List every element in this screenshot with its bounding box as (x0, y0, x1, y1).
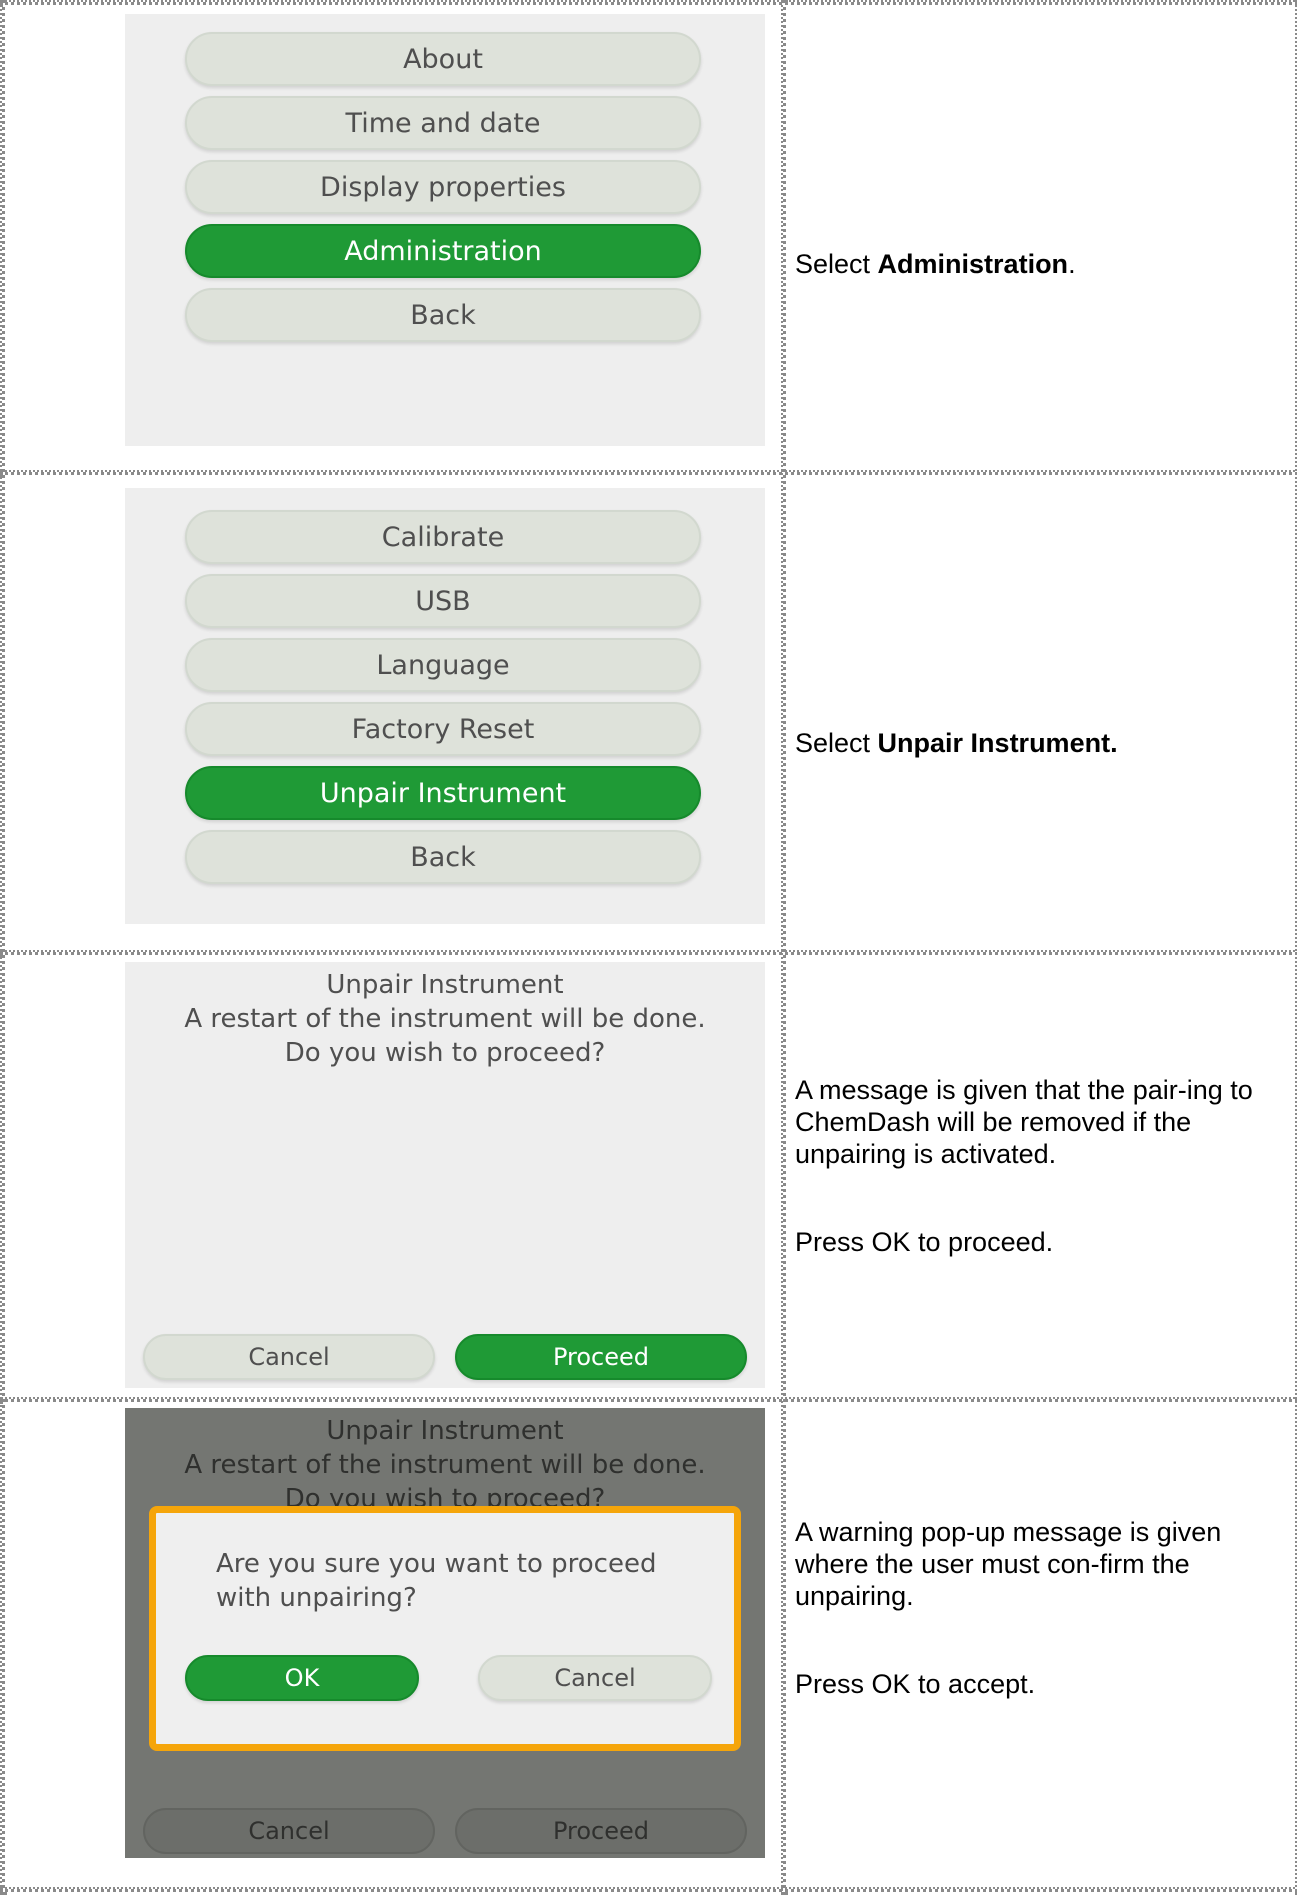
dialog-title: Unpair Instrument (326, 970, 564, 1000)
instruction-text: Select (795, 249, 878, 279)
popup-cancel-button[interactable]: Cancel (478, 1655, 712, 1701)
menu-button-display-properties[interactable]: Display properties (185, 160, 701, 214)
menu-button-back[interactable]: Back (185, 830, 701, 884)
instruction-table: About Time and date Display properties A… (0, 0, 1297, 1895)
confirmation-popup: Are you sure you want to proceed with un… (149, 1506, 741, 1751)
cancel-button[interactable]: Cancel (143, 1334, 435, 1380)
instruction-paragraph: Press OK to accept. (795, 1669, 1036, 1699)
menu-button-administration[interactable]: Administration (185, 224, 701, 278)
proceed-button: Proceed (455, 1808, 747, 1854)
dialog-message-line-1: A restart of the instrument will be done… (184, 1450, 706, 1480)
administration-menu-screen: Calibrate USB Language Factory Reset Unp… (125, 488, 765, 924)
unpair-dialog-screen: Unpair Instrument A restart of the instr… (125, 962, 765, 1388)
table-border-left (0, 0, 5, 1895)
proceed-button[interactable]: Proceed (455, 1334, 747, 1380)
menu-button-usb[interactable]: USB (185, 574, 701, 628)
menu-button-factory-reset[interactable]: Factory Reset (185, 702, 701, 756)
row-divider-2 (0, 950, 1297, 955)
instruction-paragraph: A message is given that the pair-ing to … (795, 1075, 1253, 1169)
instruction-text: . (1068, 249, 1076, 279)
instruction-step-1: Select Administration. (795, 248, 1265, 280)
settings-menu-screen: About Time and date Display properties A… (125, 14, 765, 446)
instruction-emphasis: Unpair Instrument. (877, 728, 1118, 758)
instruction-step-3: A message is given that the pair-ing to … (795, 1074, 1265, 1258)
menu-button-back[interactable]: Back (185, 288, 701, 342)
table-border-bottom (0, 1887, 1297, 1892)
table-border-middle (781, 0, 786, 1895)
instruction-text: Select (795, 728, 878, 758)
cancel-button: Cancel (143, 1808, 435, 1854)
instruction-step-2: Select Unpair Instrument. (795, 727, 1265, 759)
dialog-message-line-2: Do you wish to proceed? (284, 1038, 606, 1068)
ok-button[interactable]: OK (185, 1655, 419, 1701)
row-divider-3 (0, 1397, 1297, 1402)
instruction-paragraph: A warning pop-up message is given where … (795, 1517, 1222, 1611)
menu-button-language[interactable]: Language (185, 638, 701, 692)
table-border-top (0, 0, 1297, 5)
dialog-message-line-1: A restart of the instrument will be done… (184, 1004, 706, 1034)
menu-button-unpair-instrument[interactable]: Unpair Instrument (185, 766, 701, 820)
instruction-step-4: A warning pop-up message is given where … (795, 1516, 1265, 1700)
row-divider-1 (0, 470, 1297, 475)
instruction-paragraph: Press OK to proceed. (795, 1227, 1054, 1257)
instruction-emphasis: Administration (877, 249, 1069, 279)
popup-message: Are you sure you want to proceed with un… (216, 1549, 657, 1613)
menu-button-about[interactable]: About (185, 32, 701, 86)
menu-button-time-and-date[interactable]: Time and date (185, 96, 701, 150)
menu-button-calibrate[interactable]: Calibrate (185, 510, 701, 564)
unpair-confirmation-screen: Unpair Instrument A restart of the instr… (125, 1408, 765, 1858)
dialog-title: Unpair Instrument (326, 1416, 564, 1446)
